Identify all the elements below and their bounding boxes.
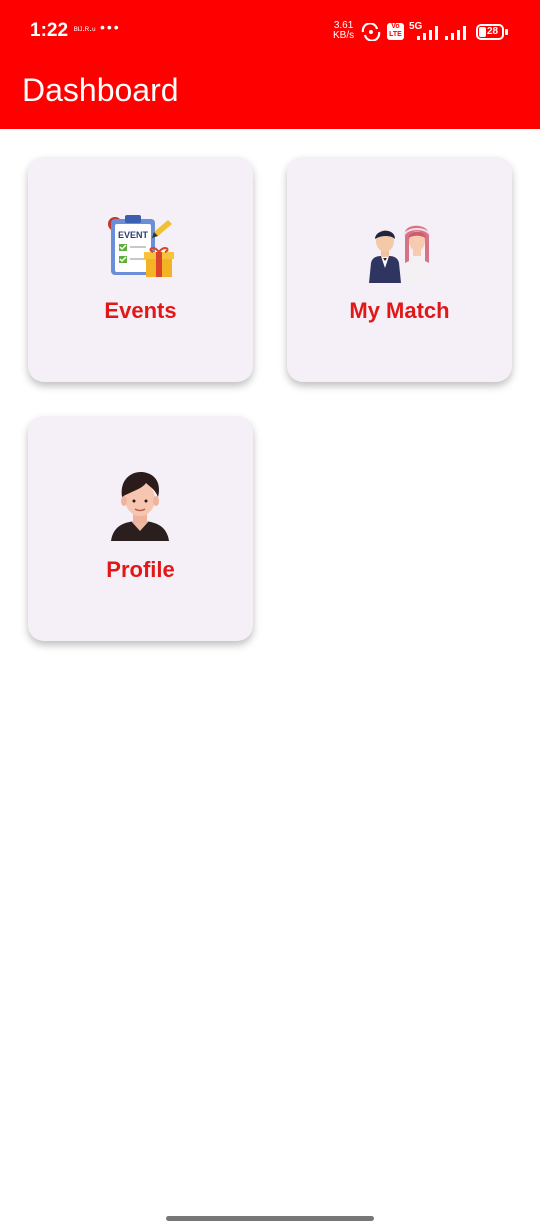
battery-level: 28 bbox=[487, 26, 499, 37]
app-bar: 1:22 ᴮᴵᴶ·ᴿ·ᵘ ••• 3.61 KB/s Vo LTE 5G 28 … bbox=[0, 0, 540, 129]
status-time: 1:22 bbox=[30, 20, 69, 41]
notification-icon: ᴮᴵᴶ·ᴿ·ᵘ bbox=[74, 25, 96, 35]
profile-card[interactable]: Profile bbox=[28, 416, 253, 641]
more-notifications-icon: ••• bbox=[100, 19, 121, 35]
event-clipboard-icon: EVENT bbox=[108, 215, 174, 277]
events-label: Events bbox=[104, 298, 177, 323]
my-match-card[interactable]: My Match bbox=[287, 157, 512, 382]
my-match-label: My Match bbox=[349, 298, 450, 323]
person-icon bbox=[111, 472, 169, 541]
couple-icon bbox=[369, 225, 431, 283]
signal-icon-sim2 bbox=[445, 26, 466, 40]
signal-icon-sim1 bbox=[417, 26, 438, 40]
profile-label: Profile bbox=[106, 557, 175, 582]
battery-tip bbox=[505, 29, 508, 35]
hotspot-icon bbox=[361, 23, 381, 41]
svg-text:EVENT: EVENT bbox=[118, 230, 149, 240]
battery-icon: 28 bbox=[476, 24, 504, 40]
network-speed-unit: KB/s bbox=[333, 30, 355, 41]
volte-icon: Vo LTE bbox=[387, 23, 404, 40]
events-card[interactable]: EVENT Events bbox=[28, 157, 253, 382]
status-bar: 1:22 ᴮᴵᴶ·ᴿ·ᵘ ••• 3.61 KB/s Vo LTE 5G 28 bbox=[0, 0, 540, 64]
network-speed: 3.61 KB/s bbox=[333, 21, 354, 41]
home-indicator[interactable] bbox=[166, 1216, 374, 1221]
page-title: Dashboard bbox=[22, 72, 179, 108]
